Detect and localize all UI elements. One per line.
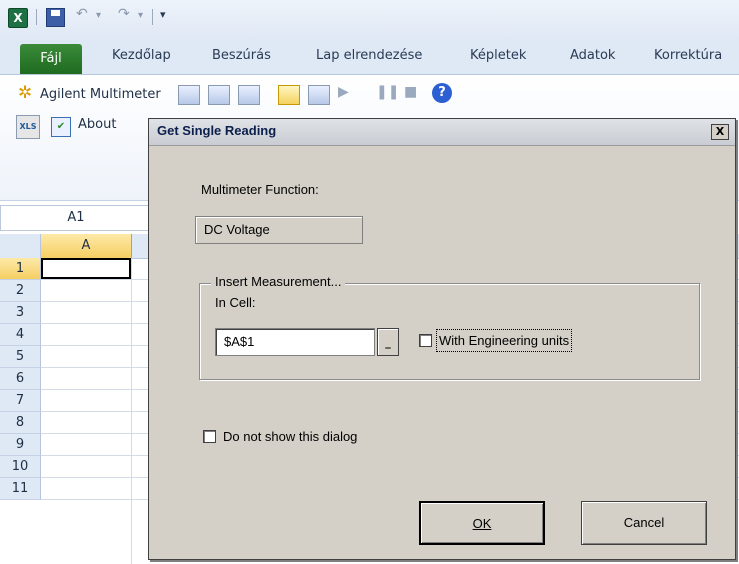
close-button[interactable]: X [711,124,729,140]
tab-file[interactable]: Fájl [20,44,82,74]
tab-insert[interactable]: Beszúrás [212,48,271,63]
tab-review[interactable]: Korrektúra [654,48,722,63]
measure-icon[interactable] [238,85,260,105]
reading-series-icon[interactable] [308,85,330,105]
row-header[interactable]: 7 [0,390,41,412]
name-box[interactable]: A1 [0,205,152,231]
chevron-down-icon[interactable]: ▾ [138,10,143,21]
cancel-button-label: Cancel [623,515,665,530]
tab-formulas[interactable]: Képletek [470,48,526,63]
connect-instrument-icon[interactable] [178,85,200,105]
ok-button-label: OK [472,516,492,531]
save-icon[interactable] [46,8,65,27]
xls-export-icon[interactable]: XLS [16,115,40,139]
grid-line [131,258,132,564]
row-header[interactable]: 10 [0,456,41,478]
title-bar: X ↶ ▾ ↷ ▾ ▾ [0,0,739,40]
group-legend: Insert Measurement... [211,274,346,289]
addin-title: Agilent Multimeter [40,87,161,102]
do-not-show-label[interactable]: Do not show this dialog [223,429,357,444]
row-header[interactable]: 9 [0,434,41,456]
excel-icon[interactable]: X [8,8,28,28]
separator [36,9,37,25]
cancel-button[interactable]: Cancel [581,501,707,545]
chevron-down-icon[interactable]: ▾ [96,10,101,21]
function-value-field: DC Voltage [195,216,363,244]
row-header[interactable]: 5 [0,346,41,368]
about-button[interactable]: About [78,117,116,132]
row-header[interactable]: 4 [0,324,41,346]
cell-label: In Cell: [215,295,256,310]
row-header[interactable]: 2 [0,280,41,302]
stop-icon[interactable]: ■ [404,84,417,100]
configure-icon[interactable] [208,85,230,105]
function-label: Multimeter Function: [201,182,319,197]
cell-reference-button[interactable]: _ [377,328,399,356]
pause-icon[interactable]: ❚❚ [376,84,399,100]
dialog-title-bar[interactable]: Get Single Reading X [149,119,735,146]
agilent-logo-icon: ✲ [18,83,33,103]
dialog-title: Get Single Reading [157,123,277,138]
engineering-units-checkbox[interactable] [419,334,432,347]
row-header[interactable]: 11 [0,478,41,500]
row-header[interactable]: 8 [0,412,41,434]
row-header[interactable]: 3 [0,302,41,324]
play-icon[interactable]: ▶ [338,84,349,100]
separator [152,9,153,25]
undo-icon[interactable]: ↶ [76,6,88,22]
column-header-a[interactable]: A [41,234,132,259]
row-header[interactable]: 1 [0,258,41,280]
engineering-units-label[interactable]: With Engineering units [436,329,573,352]
ok-button[interactable]: OK [419,501,545,545]
ribbon-tab-bar: Fájl Kezdőlap Beszúrás Lap elrendezése K… [0,40,739,75]
do-not-show-checkbox[interactable] [203,430,216,443]
customize-toolbar-icon[interactable]: ▾ [160,8,166,21]
help-icon[interactable]: ? [432,83,452,103]
tab-data[interactable]: Adatok [570,48,615,63]
single-reading-icon[interactable] [278,85,300,105]
tab-home[interactable]: Kezdőlap [112,48,171,63]
row-header[interactable]: 6 [0,368,41,390]
redo-icon[interactable]: ↷ [118,6,130,22]
get-single-reading-dialog: Get Single Reading X Multimeter Function… [148,118,736,560]
about-icon[interactable]: ✔ [51,117,71,137]
select-all-corner[interactable] [0,234,41,259]
selected-cell-a1[interactable] [41,258,131,279]
cell-input[interactable]: $A$1 [215,328,375,356]
tab-page-layout[interactable]: Lap elrendezése [316,48,422,63]
